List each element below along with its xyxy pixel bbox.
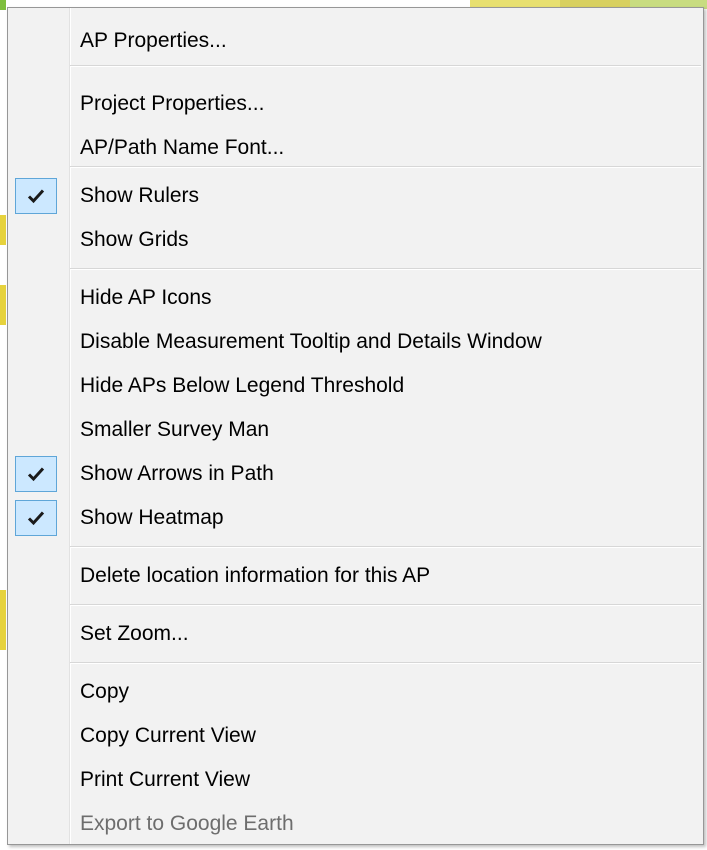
menu-item-label: Copy Current View xyxy=(80,724,256,747)
menu-item-label: Show Arrows in Path xyxy=(80,462,274,485)
menu-item-hide-aps-below-threshold[interactable]: Hide APs Below Legend Threshold xyxy=(8,364,703,408)
menu-item-disable-measurement-tooltip[interactable]: Disable Measurement Tooltip and Details … xyxy=(8,320,703,364)
menu-item-label: Export to Google Earth xyxy=(80,812,294,835)
context-menu: AP Properties... Project Properties... A… xyxy=(7,7,704,845)
checkmark-box xyxy=(15,178,57,214)
menu-item-label: Copy xyxy=(80,680,130,703)
menu-item-smaller-survey-man[interactable]: Smaller Survey Man xyxy=(8,408,703,452)
menu-item-label: Hide AP Icons xyxy=(80,286,212,309)
menu-item-label: Disable Measurement Tooltip and Details … xyxy=(80,330,542,353)
menu-item-label: Set Zoom... xyxy=(80,622,189,645)
background-canvas-edge xyxy=(0,285,6,325)
menu-separator xyxy=(70,604,701,606)
menu-item-label: Project Properties... xyxy=(80,92,265,115)
menu-item-copy-current-view[interactable]: Copy Current View xyxy=(8,714,703,758)
menu-item-ap-properties[interactable]: AP Properties... xyxy=(8,19,703,63)
background-canvas-edge xyxy=(0,0,6,10)
menu-item-ap-path-name-font[interactable]: AP/Path Name Font... xyxy=(8,126,703,170)
checkmark-box xyxy=(15,500,57,536)
menu-item-label: Print Current View xyxy=(80,768,251,791)
menu-separator xyxy=(70,166,701,168)
menu-item-print-current-view[interactable]: Print Current View xyxy=(8,758,703,802)
menu-item-label: Hide APs Below Legend Threshold xyxy=(80,374,405,397)
menu-separator xyxy=(70,546,701,548)
checkmark-icon xyxy=(27,467,45,482)
menu-item-show-heatmap[interactable]: Show Heatmap xyxy=(8,496,703,540)
checkmark-box xyxy=(15,456,57,492)
menu-item-show-arrows-in-path[interactable]: Show Arrows in Path xyxy=(8,452,703,496)
menu-item-show-grids[interactable]: Show Grids xyxy=(8,218,703,262)
checkmark-icon xyxy=(27,511,45,526)
menu-item-set-zoom[interactable]: Set Zoom... xyxy=(8,612,703,656)
menu-item-delete-location-info[interactable]: Delete location information for this AP xyxy=(8,554,703,598)
menu-item-project-properties[interactable]: Project Properties... xyxy=(8,82,703,126)
menu-item-label: AP Properties... xyxy=(80,29,227,52)
background-canvas-edge xyxy=(0,215,6,245)
menu-item-hide-ap-icons[interactable]: Hide AP Icons xyxy=(8,276,703,320)
menu-item-label: Show Grids xyxy=(80,228,189,251)
menu-item-copy[interactable]: Copy xyxy=(8,670,703,714)
menu-item-label: Show Rulers xyxy=(80,184,200,207)
menu-item-label: Smaller Survey Man xyxy=(80,418,270,441)
menu-item-label: Delete location information for this AP xyxy=(80,564,431,587)
menu-item-label: AP/Path Name Font... xyxy=(80,136,285,159)
menu-item-label: Show Heatmap xyxy=(80,506,224,529)
menu-separator xyxy=(70,268,701,270)
menu-separator xyxy=(70,662,701,664)
menu-item-show-rulers[interactable]: Show Rulers xyxy=(8,174,703,218)
background-canvas-edge xyxy=(0,590,6,650)
menu-separator xyxy=(70,65,701,67)
checkmark-icon xyxy=(27,189,45,204)
menu-item-export-to-google-earth: Export to Google Earth xyxy=(8,802,703,846)
